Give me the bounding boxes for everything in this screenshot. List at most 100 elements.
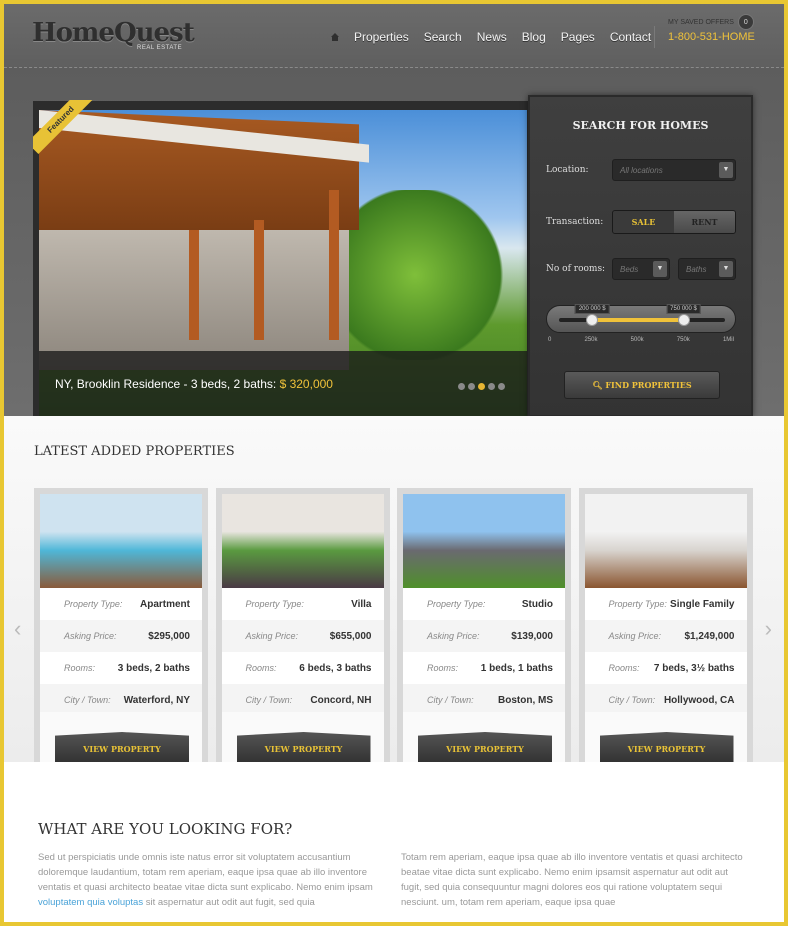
beds-select[interactable]: Beds ▼ [612,258,670,280]
slide-dot[interactable] [468,383,475,390]
row-value: Single Family [670,598,735,610]
nav-properties[interactable]: Properties [354,30,409,44]
nav-news[interactable]: News [477,30,507,44]
photo-pillar [329,190,339,340]
row-label: Rooms: [64,663,96,673]
chevron-down-icon: ▼ [719,162,733,178]
inline-link[interactable]: voluptatem quia voluptas [38,897,143,908]
tick-label: 750k [676,337,690,343]
range-track: 200 000 $ 750 000 $ [559,304,725,326]
main-nav: Properties Search News Blog Pages Contac… [330,30,666,44]
property-row-price: Asking Price: $139,000 [403,620,565,652]
range-fill [592,318,684,322]
property-card: Property Type: Single Family Asking Price:… [578,488,753,768]
row-label: Asking Price: [245,631,299,641]
row-label: Property Type: [427,599,486,609]
row-label: Rooms: [245,663,277,673]
nav-blog[interactable]: Blog [522,30,546,44]
row-label: City / Town: [427,695,474,705]
nav-search[interactable]: Search [424,30,462,44]
logo[interactable]: HomeQuest [32,18,195,48]
property-row-rooms: Rooms: 7 beds, 3½ baths [585,652,747,684]
row-label: City / Town: [608,695,656,705]
saved-offers[interactable]: MY SAVED OFFERS 0 [668,14,754,30]
search-panel: SEARCH FOR HOMES Location: All locations… [528,95,753,417]
property-card: Property Type: Villa Asking Price: $655,000… [215,488,390,768]
row-value: Concord, NH [310,694,372,706]
row-label: Asking Price: [64,631,117,641]
rooms-label: No of rooms: [546,264,606,274]
nav-pages[interactable]: Pages [561,30,595,44]
property-row-price: Asking Price: $655,000 [221,620,384,652]
find-properties-button[interactable]: 🔍︎ FIND PROPERTIES [564,371,720,399]
price-range-slider[interactable]: 200 000 $ 750 000 $ [546,304,736,333]
chevron-down-icon: ▼ [653,261,667,277]
tick-label: 500k [630,337,644,343]
row-label: Rooms: [608,663,640,673]
range-ticks: 0 250k 500k 750k 1Mil [548,337,734,343]
range-min-label: 200 000 $ [574,304,610,314]
property-photo[interactable] [221,494,384,588]
row-value: 6 beds, 3 baths [299,662,372,674]
property-photo[interactable] [40,494,202,588]
photo-trees [339,190,527,360]
row-label: Property Type: [64,599,123,609]
property-photo[interactable] [403,494,565,588]
row-label: Property Type: [608,599,667,609]
what-title: WHAT ARE YOU LOOKING FOR? [38,820,293,838]
transaction-toggle: SALE RENT [612,210,736,234]
chevron-right-icon[interactable]: › [765,616,772,642]
featured-slider: NY, Brooklin Residence - 3 beds, 2 baths… [33,101,529,417]
what-section: WHAT ARE YOU LOOKING FOR? Sed ut perspic… [4,762,784,922]
row-value: $295,000 [148,630,190,642]
row-label: Rooms: [427,663,459,673]
location-select[interactable]: All locations ▼ [612,159,736,181]
view-property-button[interactable]: VIEW PROPERTY [236,732,371,762]
slide-dot[interactable] [478,383,485,390]
property-details: Property Type: Studio Asking Price: $139,00… [403,588,565,716]
property-row-type: Property Type: Studio [403,588,565,620]
chevron-down-icon: ▼ [719,261,733,277]
range-max-handle[interactable] [677,314,690,326]
range-min-handle[interactable] [586,314,599,326]
slide-pagination [458,383,505,390]
slide-dot[interactable] [458,383,465,390]
property-row-price: Asking Price: $295,000 [40,620,202,652]
view-property-button[interactable]: VIEW PROPERTY [55,732,189,762]
row-value: $1,249,000 [684,630,735,642]
caption-price: $ 320,000 [279,377,333,391]
latest-title: LATEST ADDED PROPERTIES [34,444,235,459]
slide-dot[interactable] [498,383,505,390]
view-property-button[interactable]: VIEW PROPERTY [418,732,552,762]
sale-option[interactable]: SALE [613,211,674,233]
property-details: Property Type: Apartment Asking Price: $295… [40,588,202,716]
property-row-rooms: Rooms: 6 beds, 3 baths [222,652,384,684]
rent-option[interactable]: RENT [674,211,735,233]
property-row-type: Property Type: Single Family [585,588,747,620]
transaction-label: Transaction: [546,217,604,227]
find-properties-label: FIND PROPERTIES [605,380,692,390]
slide-dot[interactable] [488,383,495,390]
beds-value: Beds [620,265,639,274]
row-value: Studio [521,598,553,610]
nav-contact[interactable]: Contact [610,30,651,44]
row-value: $655,000 [329,630,372,642]
home-icon[interactable] [330,32,340,42]
saved-offers-label: MY SAVED OFFERS [668,18,734,26]
latest-properties-section: LATEST ADDED PROPERTIES ‹ › Property Typ… [4,416,784,768]
chevron-left-icon[interactable]: ‹ [14,616,21,642]
baths-select[interactable]: Baths ▼ [678,258,736,280]
property-photo[interactable] [584,494,747,588]
phone-number: 1-800-531-HOME [668,31,755,43]
what-paragraph-2: Totam rem aperiam, eaque ipsa quae ab il… [401,852,743,908]
row-label: Property Type: [245,599,304,609]
hero-section: NY, Brooklin Residence - 3 beds, 2 baths… [4,68,784,417]
paragraph-text: Sed ut perspiciatis unde omnis iste natu… [38,852,373,893]
photo-pillar [189,230,199,340]
property-details: Property Type: Single Family Asking Price:… [584,588,747,716]
view-property-button[interactable]: VIEW PROPERTY [599,732,734,762]
property-row-price: Asking Price: $1,249,000 [584,620,747,652]
photo-pillar [254,220,264,340]
row-value: 7 beds, 3½ baths [653,662,735,674]
range-max-label: 750 000 $ [666,304,701,314]
